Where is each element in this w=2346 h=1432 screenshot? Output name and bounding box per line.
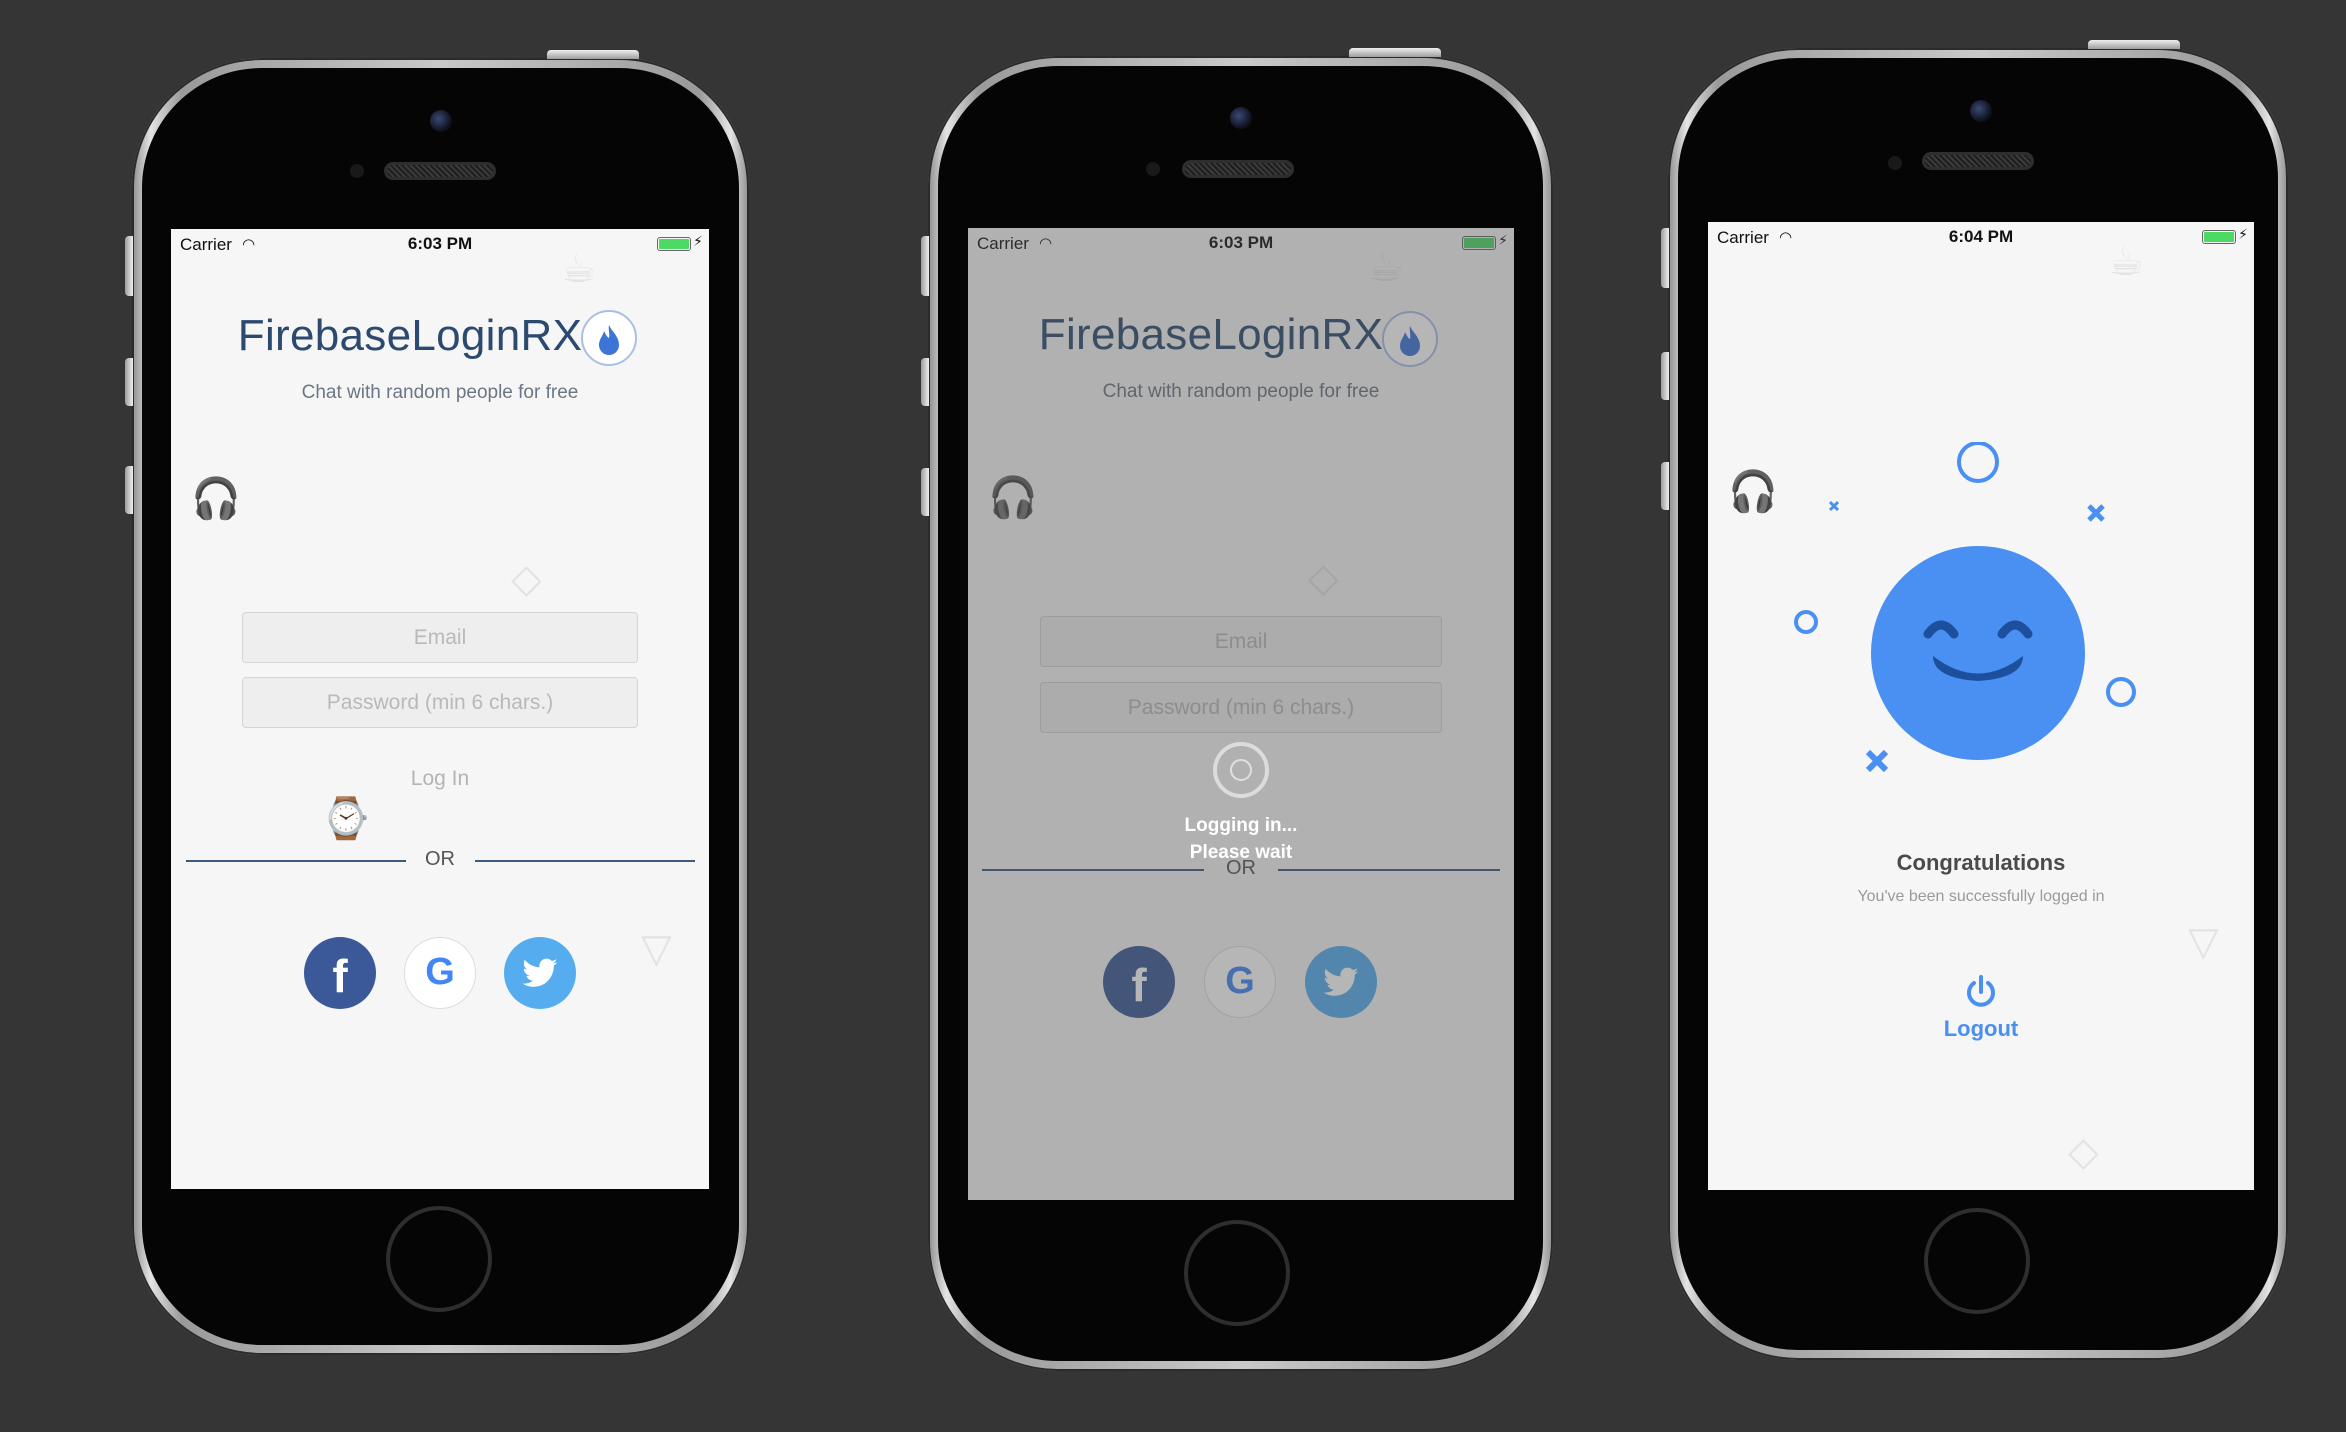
home-button[interactable]: [1184, 1220, 1290, 1326]
spinner-icon: [1213, 742, 1269, 798]
battery-icon: [2202, 230, 2236, 244]
background-doodle-diamond-icon: ◇: [511, 557, 542, 601]
password-field[interactable]: Password (min 6 chars.): [242, 677, 638, 728]
mute-switch: [1661, 228, 1669, 288]
confetti-ring-right: [2106, 677, 2136, 707]
confetti-x-right: [2087, 504, 2105, 522]
login-button[interactable]: Log In: [171, 767, 709, 791]
app-subtitle: Chat with random people for free: [301, 382, 579, 403]
logout-label: Logout: [1943, 1016, 2019, 1041]
loading-text-line2: Please wait: [1189, 842, 1293, 863]
background-doodle-icecream-icon: ▽: [641, 927, 672, 971]
confetti-ring-top: [1957, 442, 1999, 483]
earpiece-speaker: [1182, 160, 1294, 178]
front-camera: [1230, 107, 1252, 129]
status-time: 6:04 PM: [1948, 227, 2014, 246]
phone-frame-success: ☕ 🎧 ◇ ▽ Carrier ◠ 6:04 PM ⚡ Congratulati…: [1661, 40, 2288, 1360]
power-side-button: [1349, 48, 1441, 57]
home-button[interactable]: [386, 1206, 492, 1312]
status-bar: Carrier ◠ 6:03 PM ⚡: [171, 229, 709, 259]
loading-text-line1: Logging in...: [1184, 815, 1298, 836]
congrats-title: Congratulations: [1896, 850, 2066, 875]
charging-bolt-icon: ⚡: [2238, 226, 2248, 242]
phone-frame-loading: ☕ 🎧 ◇ Carrier ◠ 6:03 PM ⚡ FirebaseLoginR…: [921, 48, 1553, 1371]
google-icon: G: [425, 951, 455, 993]
background-doodle-watch-icon: ⌚: [321, 797, 371, 841]
twitter-icon: [522, 958, 558, 987]
email-field[interactable]: Email: [242, 612, 638, 663]
logout-button[interactable]: Logout: [1708, 974, 2254, 1054]
success-screen: ☕ 🎧 ◇ ▽ Carrier ◠ 6:04 PM ⚡ Congratulati…: [1708, 222, 2254, 1190]
phone-frame-login: ☕ 🎧 ◇ ⌚ ▽ Carrier ◠ 6:03 PM ⚡ FirebaseLo…: [125, 50, 749, 1355]
earpiece-speaker: [384, 162, 496, 180]
power-icon: [1967, 975, 1995, 1007]
volume-down-button: [125, 466, 133, 514]
volume-down-button: [1661, 462, 1669, 510]
loading-overlay: [968, 228, 1514, 1200]
mute-switch: [125, 236, 133, 296]
earpiece-speaker: [1922, 152, 2034, 170]
front-camera: [430, 110, 452, 132]
background-doodle-diamond-icon: ◇: [2068, 1130, 2099, 1174]
status-time: 6:03 PM: [407, 234, 473, 253]
proximity-sensor: [1888, 156, 1902, 170]
confetti-ring-left: [1794, 610, 1818, 634]
volume-up-button: [1661, 352, 1669, 400]
mute-switch: [921, 236, 929, 296]
volume-down-button: [921, 468, 929, 516]
google-login-button[interactable]: G: [404, 937, 476, 1009]
login-screen: ☕ 🎧 ◇ ⌚ ▽ Carrier ◠ 6:03 PM ⚡ FirebaseLo…: [171, 229, 709, 1189]
battery-icon: [657, 237, 691, 251]
charging-bolt-icon: ⚡: [693, 233, 703, 249]
facebook-icon: f: [332, 950, 348, 1002]
or-label: OR: [425, 848, 455, 870]
flame-icon: [581, 310, 637, 366]
background-doodle-icecream-icon: ▽: [2188, 920, 2219, 964]
power-side-button: [2088, 40, 2180, 49]
facebook-login-button[interactable]: f: [304, 937, 376, 1009]
smiley-face-icon: [1871, 546, 2085, 760]
power-side-button: [547, 50, 639, 59]
twitter-login-button[interactable]: [504, 937, 576, 1009]
front-camera: [1970, 100, 1992, 122]
volume-up-button: [921, 358, 929, 406]
home-button[interactable]: [1924, 1208, 2030, 1314]
confetti-x-small: [1828, 500, 1840, 512]
proximity-sensor: [350, 164, 364, 178]
proximity-sensor: [1146, 162, 1160, 176]
loading-screen: ☕ 🎧 ◇ Carrier ◠ 6:03 PM ⚡ FirebaseLoginR…: [968, 228, 1514, 1200]
or-divider-right: [475, 860, 695, 862]
background-doodle-headphones-icon: 🎧: [191, 477, 241, 521]
status-bar: Carrier ◠ 6:04 PM ⚡: [1708, 222, 2254, 252]
or-divider-left: [186, 860, 406, 862]
volume-up-button: [125, 358, 133, 406]
congrats-subtitle: You've been successfully logged in: [1857, 888, 2105, 905]
